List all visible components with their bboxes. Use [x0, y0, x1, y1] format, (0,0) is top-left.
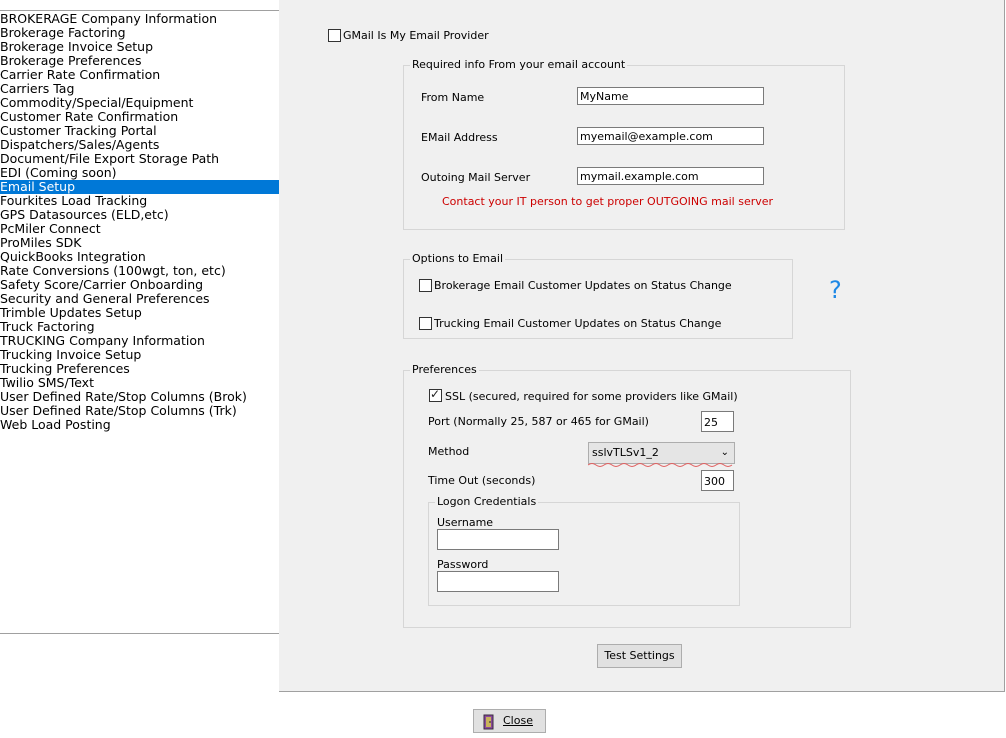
- from-name-field[interactable]: MyName: [577, 87, 764, 105]
- sidebar-item[interactable]: Carriers Tag: [0, 82, 279, 96]
- test-settings-button[interactable]: Test Settings: [597, 644, 682, 668]
- username-label: Username: [437, 516, 494, 529]
- sidebar-item[interactable]: Fourkites Load Tracking: [0, 194, 279, 208]
- port-field[interactable]: 25: [701, 411, 734, 432]
- sidebar-item[interactable]: GPS Datasources (ELD,etc): [0, 208, 279, 222]
- sidebar-item[interactable]: Dispatchers/Sales/Agents: [0, 138, 279, 152]
- gmail-checkbox[interactable]: [328, 29, 341, 42]
- sidebar-item[interactable]: EDI (Coming soon): [0, 166, 279, 180]
- help-icon[interactable]: ?: [829, 278, 842, 302]
- sidebar-item[interactable]: Web Load Posting: [0, 418, 279, 432]
- email-address-label: EMail Address: [421, 131, 498, 144]
- method-value: sslvTLSv1_2: [592, 446, 659, 459]
- sidebar-item[interactable]: Truck Factoring: [0, 320, 279, 334]
- logon-credentials-title: Logon Credentials: [435, 495, 539, 508]
- list-bottom-divider: [0, 633, 279, 634]
- required-info-group: Required info From your email account Fr…: [403, 58, 845, 230]
- logon-credentials-group: Logon Credentials Username Password: [428, 495, 740, 606]
- options-group: Options to Email Brokerage Email Custome…: [403, 252, 793, 339]
- required-info-title: Required info From your email account: [410, 58, 628, 71]
- preferences-title: Preferences: [410, 363, 479, 376]
- password-label: Password: [437, 558, 489, 571]
- sidebar-item[interactable]: Brokerage Factoring: [0, 26, 279, 40]
- ssl-label: SSL (secured, required for some provider…: [445, 390, 738, 403]
- options-title: Options to Email: [410, 252, 505, 265]
- mail-server-warning: Contact your IT person to get proper OUT…: [442, 195, 774, 208]
- timeout-field[interactable]: 300: [701, 470, 734, 491]
- sidebar-item[interactable]: Customer Tracking Portal: [0, 124, 279, 138]
- sidebar-item[interactable]: QuickBooks Integration: [0, 250, 279, 264]
- sidebar-item[interactable]: Brokerage Preferences: [0, 54, 279, 68]
- sidebar-item[interactable]: BROKERAGE Company Information: [0, 12, 279, 26]
- sidebar-item[interactable]: PcMiler Connect: [0, 222, 279, 236]
- sidebar-item[interactable]: Trucking Preferences: [0, 362, 279, 376]
- sidebar-item[interactable]: Commodity/Special/Equipment: [0, 96, 279, 110]
- email-setup-panel: GMail Is My Email Provider Required info…: [279, 0, 1005, 692]
- brokerage-updates-checkbox[interactable]: [419, 279, 432, 292]
- sidebar-item[interactable]: Customer Rate Confirmation: [0, 110, 279, 124]
- sidebar-item[interactable]: Email Setup: [0, 180, 279, 194]
- sidebar-item[interactable]: Brokerage Invoice Setup: [0, 40, 279, 54]
- trucking-updates-checkbox[interactable]: [419, 317, 432, 330]
- chevron-down-icon: ⌄: [720, 447, 729, 458]
- sidebar-item[interactable]: Safety Score/Carrier Onboarding: [0, 278, 279, 292]
- sidebar-item[interactable]: User Defined Rate/Stop Columns (Trk): [0, 404, 279, 418]
- trucking-updates-label: Trucking Email Customer Updates on Statu…: [434, 317, 722, 330]
- category-items: BROKERAGE Company Information Brokerage F…: [0, 12, 279, 432]
- sidebar-item[interactable]: Trimble Updates Setup: [0, 306, 279, 320]
- from-name-label: From Name: [421, 91, 485, 104]
- sidebar-item[interactable]: User Defined Rate/Stop Columns (Brok): [0, 390, 279, 404]
- preferences-group: Preferences SSL (secured, required for s…: [403, 363, 851, 628]
- timeout-label: Time Out (seconds): [428, 474, 536, 487]
- sidebar-item[interactable]: Security and General Preferences: [0, 292, 279, 306]
- close-button[interactable]: Close: [473, 709, 546, 733]
- email-address-field[interactable]: myemail@example.com: [577, 127, 764, 145]
- method-select[interactable]: sslvTLSv1_2 ⌄: [588, 442, 735, 464]
- sidebar-item[interactable]: TRUCKING Company Information: [0, 334, 279, 348]
- sidebar-item[interactable]: Document/File Export Storage Path: [0, 152, 279, 166]
- mail-server-field[interactable]: mymail.example.com: [577, 167, 764, 185]
- password-field[interactable]: [437, 571, 559, 592]
- brokerage-updates-label: Brokerage Email Customer Updates on Stat…: [434, 279, 732, 292]
- port-label: Port (Normally 25, 587 or 465 for GMail): [428, 415, 649, 428]
- username-field[interactable]: [437, 529, 559, 550]
- method-label: Method: [428, 445, 470, 458]
- sidebar-item[interactable]: ProMiles SDK: [0, 236, 279, 250]
- sidebar-item[interactable]: Rate Conversions (100wgt, ton, etc): [0, 264, 279, 278]
- sidebar-item[interactable]: Trucking Invoice Setup: [0, 348, 279, 362]
- mail-server-label: Outoing Mail Server: [421, 171, 531, 184]
- sidebar-item[interactable]: Carrier Rate Confirmation: [0, 68, 279, 82]
- close-label: Close: [503, 714, 533, 727]
- gmail-label: GMail Is My Email Provider: [343, 29, 489, 42]
- door-exit-icon: [483, 714, 494, 730]
- sidebar-item[interactable]: Twilio SMS/Text: [0, 376, 279, 390]
- settings-category-list[interactable]: BROKERAGE Company Information Brokerage F…: [0, 0, 279, 738]
- ssl-checkbox[interactable]: [429, 387, 442, 402]
- spellcheck-underline: [588, 463, 733, 467]
